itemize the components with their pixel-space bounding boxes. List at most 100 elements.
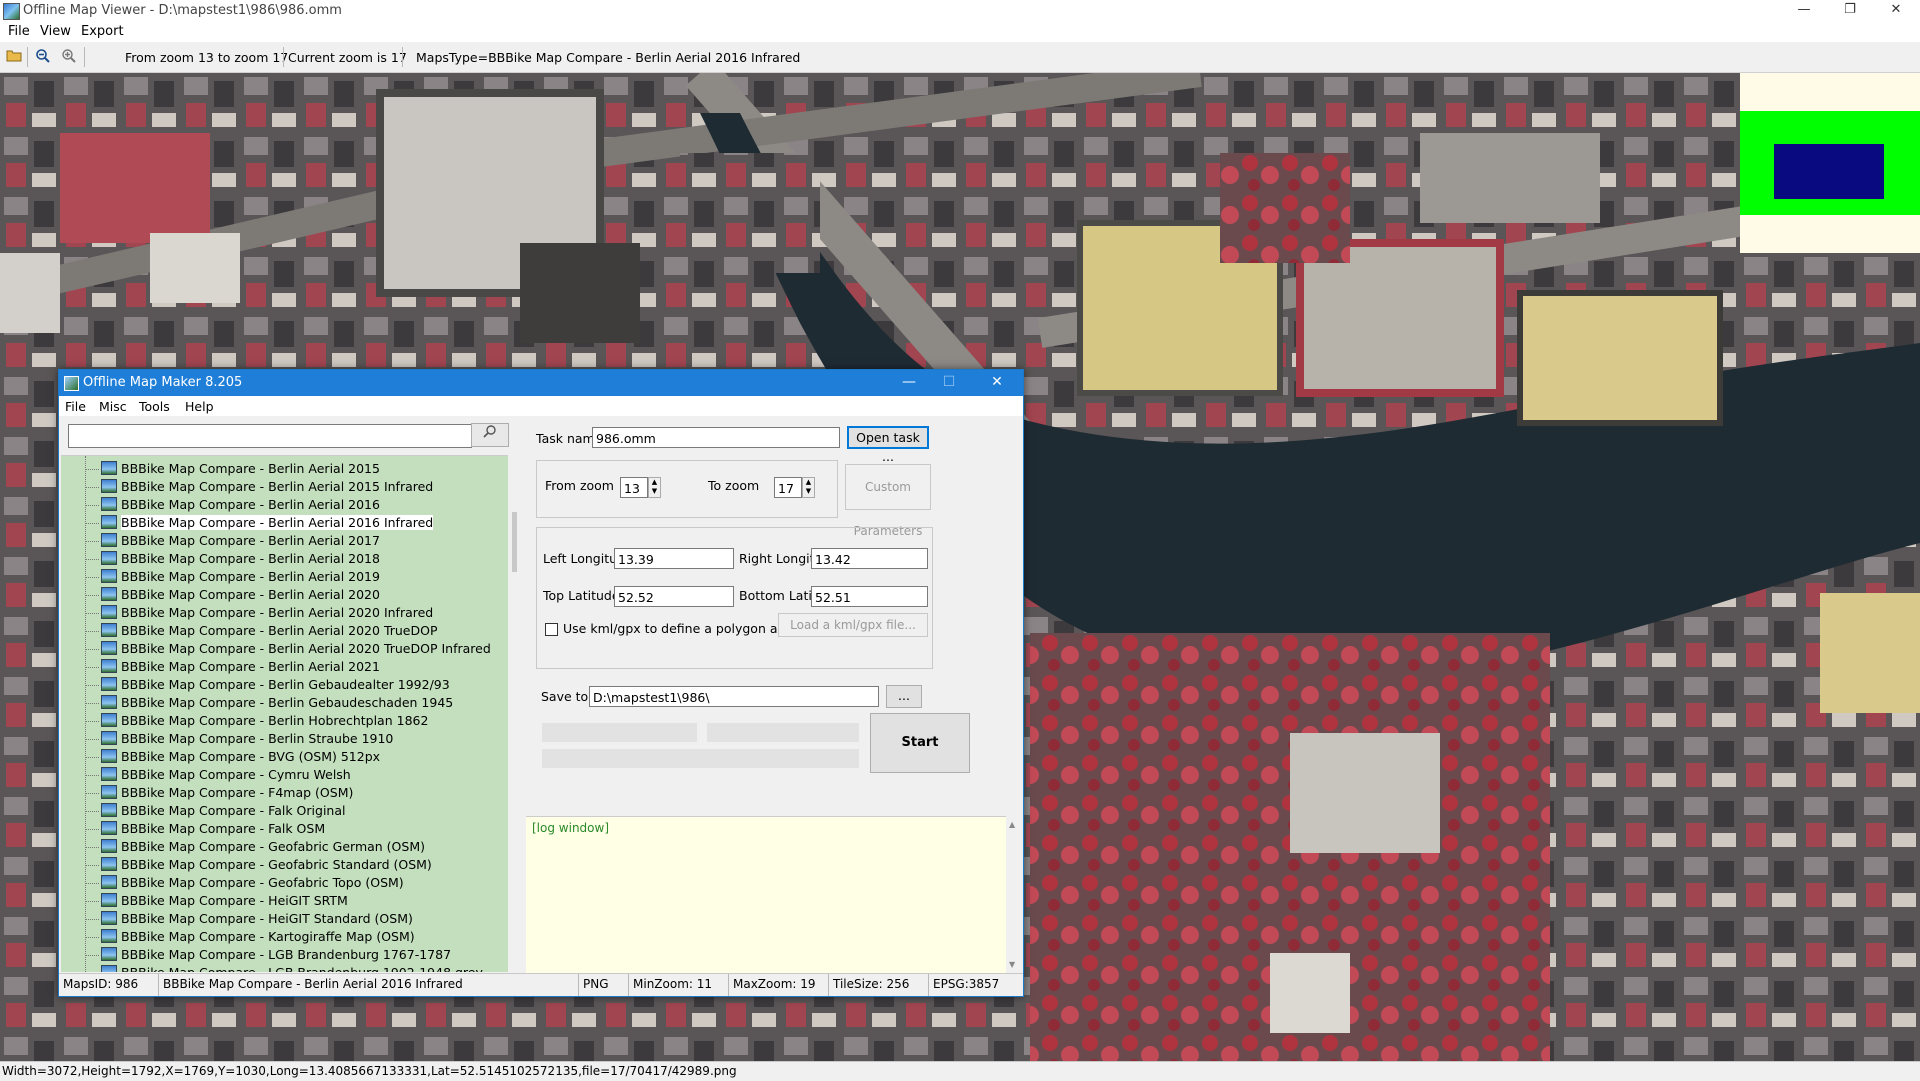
tree-connector-line xyxy=(85,456,86,972)
tree-item-label: BBBike Map Compare - Cymru Welsh xyxy=(121,767,351,782)
tree-item[interactable]: BBBike Map Compare - Falk Original xyxy=(85,802,345,820)
tree-item[interactable]: BBBike Map Compare - Kartogiraffe Map (O… xyxy=(85,928,415,946)
tree-item[interactable]: BBBike Map Compare - Berlin Straube 1910 xyxy=(85,730,393,748)
minimize-button[interactable]: — xyxy=(1781,0,1827,22)
map-maker-app-icon xyxy=(64,376,79,391)
tree-connector xyxy=(85,505,99,506)
tree-connector xyxy=(85,757,99,758)
right-longitude-input[interactable]: 13.42 xyxy=(811,548,928,569)
maker-menu-help[interactable]: Help xyxy=(185,399,214,414)
toolbar-separator xyxy=(84,47,85,67)
tree-item-label: BBBike Map Compare - Geofabric Topo (OSM… xyxy=(121,875,404,890)
load-kml-button[interactable]: Load a kml/gpx file... xyxy=(778,613,928,637)
tree-item[interactable]: BBBike Map Compare - Berlin Aerial 2020 xyxy=(85,586,380,604)
scroll-up-icon[interactable]: ▲ xyxy=(1009,820,1015,829)
left-longitude-input[interactable]: 13.39 xyxy=(614,548,734,569)
task-name-input[interactable]: 986.omm xyxy=(592,427,840,448)
tree-scrollbar[interactable] xyxy=(509,455,523,971)
zoom-out-icon[interactable] xyxy=(34,48,52,66)
custom-parameters-button[interactable]: Custom Parameters xyxy=(845,464,931,538)
from-zoom-input[interactable]: 13 xyxy=(620,477,648,498)
to-zoom-spinner[interactable]: ▲ ▼ xyxy=(802,477,815,498)
tree-item-label: BBBike Map Compare - LGB Brandenburg 190… xyxy=(121,965,483,972)
tree-item[interactable]: BBBike Map Compare - Berlin Aerial 2019 xyxy=(85,568,380,586)
log-window[interactable]: [log window] xyxy=(526,816,1008,975)
tree-item[interactable]: BBBike Map Compare - Berlin Gebaudeschad… xyxy=(85,694,453,712)
tree-item[interactable]: BBBike Map Compare - HeiGIT Standard (OS… xyxy=(85,910,413,928)
browse-folder-button[interactable]: ... xyxy=(886,685,922,708)
search-button[interactable] xyxy=(471,423,509,447)
close-button[interactable]: ✕ xyxy=(1873,0,1919,22)
open-task-button[interactable]: Open task ... xyxy=(847,426,929,464)
maker-menu-tools[interactable]: Tools xyxy=(139,399,170,414)
tree-item[interactable]: BBBike Map Compare - BVG (OSM) 512px xyxy=(85,748,381,766)
tree-item[interactable]: BBBike Map Compare - Berlin Aerial 2020 … xyxy=(85,622,438,640)
top-latitude-label: Top Latitude xyxy=(543,588,620,603)
tree-item[interactable]: BBBike Map Compare - Cymru Welsh xyxy=(85,766,351,784)
tree-item[interactable]: BBBike Map Compare - Geofabric Topo (OSM… xyxy=(85,874,404,892)
map-icon xyxy=(101,515,117,529)
current-zoom-text: Current zoom is 17 xyxy=(288,50,407,65)
tree-item[interactable]: BBBike Map Compare - Berlin Aerial 2016 … xyxy=(85,514,434,532)
map-icon xyxy=(101,857,117,871)
menu-file[interactable]: File xyxy=(8,24,30,39)
map-icon xyxy=(101,821,117,835)
overview-minimap[interactable] xyxy=(1740,73,1920,253)
tree-item[interactable]: BBBike Map Compare - Berlin Aerial 2021 xyxy=(85,658,380,676)
tree-item-label: BBBike Map Compare - LGB Brandenburg 176… xyxy=(121,947,452,962)
viewer-toolbar: From zoom 13 to zoom 17 Current zoom is … xyxy=(0,42,1920,73)
maker-menu-misc[interactable]: Misc xyxy=(99,399,127,414)
map-icon xyxy=(101,911,117,925)
tree-item[interactable]: BBBike Map Compare - Berlin Aerial 2018 xyxy=(85,550,380,568)
start-button[interactable]: Start xyxy=(870,713,970,773)
tree-item[interactable]: BBBike Map Compare - Geofabric Standard … xyxy=(85,856,432,874)
save-to-input[interactable]: D:\mapstest1\986\ xyxy=(589,686,879,707)
tree-item[interactable]: BBBike Map Compare - LGB Brandenburg 176… xyxy=(85,946,452,964)
zoom-in-icon[interactable] xyxy=(60,48,78,66)
toolbar-separator xyxy=(402,47,403,67)
tree-item[interactable]: BBBike Map Compare - Berlin Hobrechtplan… xyxy=(85,712,429,730)
tree-item[interactable]: BBBike Map Compare - Berlin Aerial 2015 … xyxy=(85,478,433,496)
from-zoom-spinner[interactable]: ▲ ▼ xyxy=(648,477,661,498)
tree-item[interactable]: BBBike Map Compare - Berlin Aerial 2020 … xyxy=(85,604,433,622)
tree-item[interactable]: BBBike Map Compare - F4map (OSM) xyxy=(85,784,353,802)
minimap-viewport[interactable] xyxy=(1774,144,1884,199)
map-icon xyxy=(101,875,117,889)
tree-item[interactable]: BBBike Map Compare - Berlin Aerial 2015 xyxy=(85,460,380,478)
menu-view[interactable]: View xyxy=(40,24,71,39)
tree-item[interactable]: BBBike Map Compare - HeiGIT SRTM xyxy=(85,892,348,910)
maps-tree[interactable]: BBBike Map Compare - Berlin Aerial 2015 B… xyxy=(61,455,508,972)
tree-scrollbar-thumb[interactable] xyxy=(512,512,517,572)
tree-item-label: BBBike Map Compare - Berlin Aerial 2018 xyxy=(121,551,380,566)
scroll-down-icon[interactable]: ▼ xyxy=(1009,960,1015,969)
restore-button[interactable]: ❐ xyxy=(1827,0,1873,22)
tree-item-label: BBBike Map Compare - BVG (OSM) 512px xyxy=(121,749,381,764)
maker-close-button[interactable]: ✕ xyxy=(977,370,1017,396)
top-latitude-input[interactable]: 52.52 xyxy=(614,586,734,607)
zoom-group: From zoom 13 ▲ ▼ To zoom 17 ▲ ▼ xyxy=(536,460,838,518)
tree-connector xyxy=(85,883,99,884)
tree-item-label: BBBike Map Compare - Berlin Hobrechtplan… xyxy=(121,713,429,728)
maker-menu-file[interactable]: File xyxy=(65,399,86,414)
maps-search-input[interactable] xyxy=(68,424,472,448)
log-scrollbar[interactable]: ▲ ▼ xyxy=(1006,816,1021,974)
bottom-latitude-input[interactable]: 52.51 xyxy=(811,586,928,607)
tree-item[interactable]: BBBike Map Compare - Berlin Aerial 2017 xyxy=(85,532,380,550)
tree-item[interactable]: BBBike Map Compare - Geofabric German (O… xyxy=(85,838,425,856)
tree-item[interactable]: BBBike Map Compare - LGB Brandenburg 190… xyxy=(101,964,483,972)
tree-item[interactable]: BBBike Map Compare - Falk OSM xyxy=(85,820,326,838)
to-zoom-input[interactable]: 17 xyxy=(774,477,802,498)
maker-minimize-button[interactable]: — xyxy=(889,370,929,396)
menu-export[interactable]: Export xyxy=(81,24,124,39)
tree-item-label: BBBike Map Compare - Falk OSM xyxy=(121,821,326,836)
use-kml-checkbox[interactable] xyxy=(545,623,558,636)
tree-item[interactable]: BBBike Map Compare - Berlin Gebaudealter… xyxy=(85,676,450,694)
tree-item-label: BBBike Map Compare - Berlin Aerial 2020 … xyxy=(121,641,491,656)
tree-item[interactable]: BBBike Map Compare - Berlin Aerial 2016 xyxy=(85,496,380,514)
tree-connector xyxy=(85,919,99,920)
open-folder-icon[interactable] xyxy=(5,48,23,66)
maker-maximize-button[interactable]: ☐ xyxy=(929,370,969,396)
tree-item[interactable]: BBBike Map Compare - Berlin Aerial 2020 … xyxy=(85,640,491,658)
map-icon xyxy=(101,623,117,637)
tree-item-label: BBBike Map Compare - Berlin Gebaudealter… xyxy=(121,677,450,692)
